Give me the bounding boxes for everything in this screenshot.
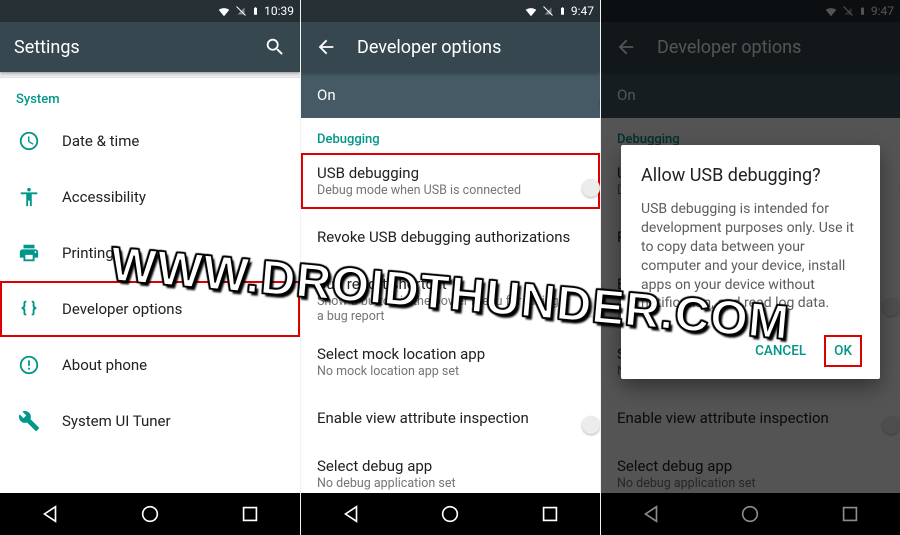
info-icon [16, 352, 42, 378]
dialog-title: Allow USB debugging? [641, 165, 860, 186]
ok-button[interactable]: OK [826, 337, 860, 365]
master-toggle-label: On [317, 86, 584, 104]
battery-icon [558, 4, 567, 18]
item-accessibility[interactable]: Accessibility [0, 169, 300, 225]
nav-bar [301, 493, 600, 535]
dialog-actions: CANCEL OK [641, 331, 860, 371]
item-printing[interactable]: Printing [0, 225, 300, 281]
cancel-button[interactable]: CANCEL [747, 337, 814, 365]
item-label: Select debug app [317, 457, 584, 475]
item-date-time[interactable]: Date & time [0, 113, 300, 169]
nav-home-icon[interactable] [439, 503, 461, 525]
item-label: About phone [62, 356, 284, 374]
wifi-icon [217, 4, 231, 18]
item-sub: Show a button in the power menu for taki… [317, 294, 564, 324]
usb-debugging-dialog: Allow USB debugging? USB debugging is in… [621, 145, 880, 379]
item-select-debug-app[interactable]: Select debug app No debug application se… [301, 446, 600, 493]
screen-developer-options-dialog: 9:47 Developer options On Debugging USB … [600, 0, 900, 535]
item-label: USB debugging [317, 164, 564, 182]
screen-settings: 10:39 Settings System Date & time Access… [0, 0, 300, 535]
no-sim-icon [235, 4, 247, 18]
wrench-icon [16, 408, 42, 434]
item-sub: Debug mode when USB is connected [317, 183, 564, 198]
nav-back-icon[interactable] [39, 503, 61, 525]
item-usb-debugging[interactable]: USB debugging Debug mode when USB is con… [301, 153, 600, 209]
app-bar-title: Settings [14, 37, 244, 58]
braces-icon [16, 296, 42, 322]
dialog-body: USB debugging is intended for developmen… [641, 200, 860, 313]
item-bug-report-shortcut[interactable]: Bug report shortcut Show a button in the… [301, 265, 600, 334]
item-label: Developer options [62, 300, 284, 318]
no-sim-icon [542, 4, 554, 18]
item-label: Bug report shortcut [317, 275, 564, 293]
search-icon[interactable] [264, 36, 286, 58]
status-bar: 9:47 [301, 0, 600, 22]
item-label: Printing [62, 244, 284, 262]
status-bar: 10:39 [0, 0, 300, 22]
battery-icon [251, 4, 260, 18]
app-bar-title: Developer options [357, 37, 586, 58]
section-system: System [0, 78, 300, 113]
app-bar: Settings [0, 22, 300, 72]
item-label: Revoke USB debugging authorizations [317, 228, 584, 246]
item-about-phone[interactable]: About phone [0, 337, 300, 393]
print-icon [16, 240, 42, 266]
item-label: Date & time [62, 132, 284, 150]
nav-back-icon[interactable] [340, 503, 362, 525]
status-time: 9:47 [571, 4, 594, 18]
dev-options-list: Debugging USB debugging Debug mode when … [301, 118, 600, 493]
nav-recents-icon[interactable] [539, 503, 561, 525]
back-arrow-icon[interactable] [315, 36, 337, 58]
item-label: Enable view attribute inspection [317, 409, 564, 427]
item-label: Accessibility [62, 188, 284, 206]
item-system-ui-tuner[interactable]: System UI Tuner [0, 393, 300, 449]
item-label: Select mock location app [317, 345, 584, 363]
item-label: System UI Tuner [62, 412, 284, 430]
nav-home-icon[interactable] [139, 503, 161, 525]
item-developer-options[interactable]: Developer options [0, 281, 300, 337]
nav-bar [0, 493, 300, 535]
clock-icon [16, 128, 42, 154]
section-debugging: Debugging [301, 118, 600, 153]
item-mock-location[interactable]: Select mock location app No mock locatio… [301, 334, 600, 390]
status-time: 10:39 [264, 4, 294, 18]
accessibility-icon [16, 184, 42, 210]
item-sub: No debug application set [317, 476, 584, 491]
screen-developer-options: 9:47 Developer options On Debugging USB … [300, 0, 600, 535]
settings-list: System Date & time Accessibility Printin… [0, 72, 300, 493]
item-revoke-auth[interactable]: Revoke USB debugging authorizations [301, 209, 600, 265]
wifi-icon [524, 4, 538, 18]
item-view-attribute[interactable]: Enable view attribute inspection [301, 390, 600, 446]
app-bar: Developer options [301, 22, 600, 72]
item-sub: No mock location app set [317, 364, 584, 379]
master-toggle-row[interactable]: On [301, 72, 600, 118]
nav-recents-icon[interactable] [239, 503, 261, 525]
